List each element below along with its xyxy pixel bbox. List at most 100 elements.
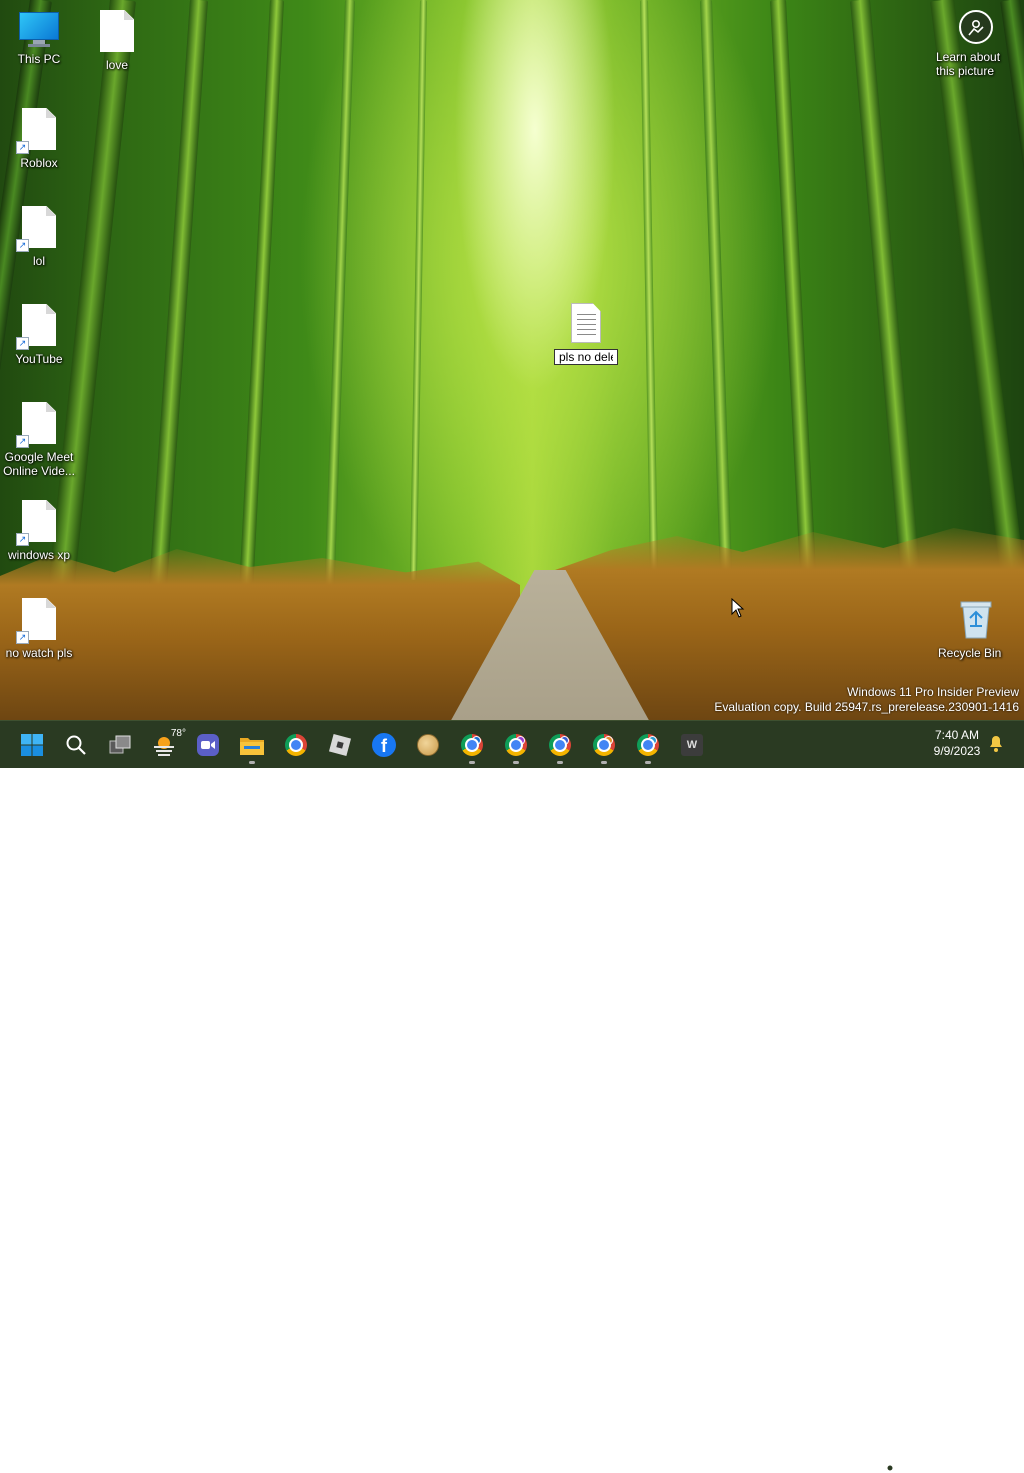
icon-label: Learn about this picture — [936, 50, 1001, 78]
chrome-profile-icon — [593, 734, 615, 756]
running-indicator — [249, 761, 255, 764]
learn-about-picture[interactable]: Learn about this picture — [936, 10, 1016, 78]
chrome-profile-5-button[interactable] — [632, 729, 664, 764]
icon-label: Recycle Bin — [938, 646, 1002, 660]
show-hidden-icons-button[interactable] — [810, 1453, 830, 1473]
bamboo-stalk — [324, 0, 355, 600]
network-status[interactable] — [874, 1453, 894, 1473]
desktop-icon-this-pc[interactable]: This PC — [1, 12, 77, 66]
shortcut-arrow-icon: ↗ — [16, 533, 29, 546]
bell-icon — [990, 736, 1002, 752]
zoom-app-button[interactable] — [192, 729, 224, 761]
volume-status[interactable] — [898, 1453, 918, 1473]
spotlight-camera-icon — [959, 10, 993, 44]
mouse-cursor-icon — [731, 598, 745, 618]
chrome-button[interactable] — [280, 729, 312, 761]
icon-label: This PC — [17, 52, 61, 66]
computer-icon — [19, 12, 59, 48]
chrome-profile-4-button[interactable] — [588, 729, 620, 764]
weather-temperature: 78° — [168, 728, 188, 739]
zoom-video-icon — [197, 734, 219, 756]
bamboo-stalk — [640, 0, 659, 580]
weather-widget[interactable]: 78° — [148, 728, 188, 761]
chrome-icon — [285, 734, 307, 756]
icon-label: Google Meet Online Vide... — [3, 450, 75, 478]
icon-label: love — [105, 58, 128, 72]
desktop-icon-youtube[interactable]: ↗ YouTube — [1, 304, 77, 366]
desktop-icon-roblox[interactable]: ↗ Roblox — [1, 108, 77, 170]
shortcut-arrow-icon: ↗ — [16, 435, 29, 448]
bamboo-stalk — [409, 0, 427, 580]
bamboo-stalk — [770, 0, 818, 600]
bamboo-stalk — [238, 0, 284, 600]
start-button[interactable] — [16, 729, 48, 761]
desktop-wallpaper[interactable]: This PC love ↗ Roblox ↗ lol ↗ YouTube ↗ … — [0, 0, 1024, 720]
word-icon: W — [681, 734, 703, 756]
chrome-profile-icon — [505, 734, 527, 756]
cloud-offline-icon — [843, 1455, 862, 1471]
chrome-profile-icon — [549, 734, 571, 756]
task-view-icon — [109, 735, 131, 754]
watermark-line-2: Evaluation copy. Build 25947.rs_prerelea… — [714, 700, 1019, 714]
bamboo-stalk — [850, 0, 923, 599]
chevron-up-icon — [814, 1459, 826, 1467]
clock-date: 9/9/2023 — [933, 744, 981, 758]
icon-label: Roblox — [20, 156, 58, 170]
running-indicator — [557, 761, 563, 764]
file-shortcut-icon — [100, 10, 134, 52]
running-indicator — [513, 761, 519, 764]
roblox-button[interactable] — [324, 729, 356, 761]
folder-icon — [240, 738, 264, 755]
chrome-profile-icon — [461, 734, 483, 756]
shortcut-arrow-icon: ↗ — [16, 631, 29, 644]
icon-label: YouTube — [15, 352, 63, 366]
desktop-icon-no-watch-pls[interactable]: ↗ no watch pls — [1, 598, 77, 660]
chrome-profile-2-button[interactable] — [500, 729, 532, 764]
facebook-icon: f — [372, 733, 396, 757]
bamboo-stalk — [930, 0, 1024, 597]
evaluation-watermark: Windows 11 Pro Insider Preview Evaluatio… — [714, 685, 1019, 715]
running-indicator — [469, 761, 475, 764]
grass-left — [0, 549, 520, 720]
shortcut-arrow-icon: ↗ — [16, 141, 29, 154]
network-icon — [875, 1455, 894, 1472]
recycle-bin-icon — [960, 601, 992, 639]
running-indicator — [645, 761, 651, 764]
desktop-icon-renaming[interactable] — [548, 303, 624, 365]
desktop-icon-recycle-bin[interactable]: Recycle Bin — [938, 598, 1014, 660]
doge-app-button[interactable] — [412, 729, 444, 761]
icon-label: lol — [32, 254, 45, 268]
watermark-line-1: Windows 11 Pro Insider Preview — [847, 685, 1019, 699]
shortcut-arrow-icon: ↗ — [16, 239, 29, 252]
icon-label: windows xp — [7, 548, 71, 562]
roblox-icon — [328, 733, 352, 757]
task-view-button[interactable] — [104, 729, 136, 761]
windows-logo-icon — [21, 734, 43, 756]
onedrive-status[interactable] — [842, 1453, 862, 1473]
search-button[interactable] — [60, 729, 92, 761]
rename-input[interactable] — [554, 349, 618, 365]
desktop-icon-lol[interactable]: ↗ lol — [1, 206, 77, 268]
desktop-icon-love[interactable]: love — [79, 10, 155, 72]
notifications-button[interactable] — [986, 733, 1006, 753]
icon-label: no watch pls — [5, 646, 73, 660]
doge-icon — [417, 734, 439, 756]
speaker-muted-icon — [899, 1454, 917, 1472]
chrome-profile-3-button[interactable] — [544, 729, 576, 764]
chrome-profile-icon — [637, 734, 659, 756]
bamboo-stalk — [148, 0, 208, 600]
shortcut-arrow-icon: ↗ — [16, 337, 29, 350]
running-indicator — [601, 761, 607, 764]
desktop-icon-windows-xp[interactable]: ↗ windows xp — [1, 500, 77, 562]
clock[interactable]: 7:40 AM 9/9/2023 — [928, 727, 986, 759]
taskbar: 78° f W 7:40 AM 9/9/2023 — [0, 720, 1024, 1472]
clock-time: 7:40 AM — [934, 728, 980, 742]
search-icon — [66, 735, 86, 755]
bamboo-stalk — [700, 0, 733, 600]
facebook-button[interactable]: f — [368, 729, 400, 761]
file-explorer-button[interactable] — [236, 729, 268, 764]
desktop-icon-google-meet[interactable]: ↗ Google Meet Online Vide... — [1, 402, 77, 478]
word-app-button[interactable]: W — [676, 729, 708, 761]
text-document-icon — [571, 303, 601, 343]
chrome-profile-1-button[interactable] — [456, 729, 488, 764]
